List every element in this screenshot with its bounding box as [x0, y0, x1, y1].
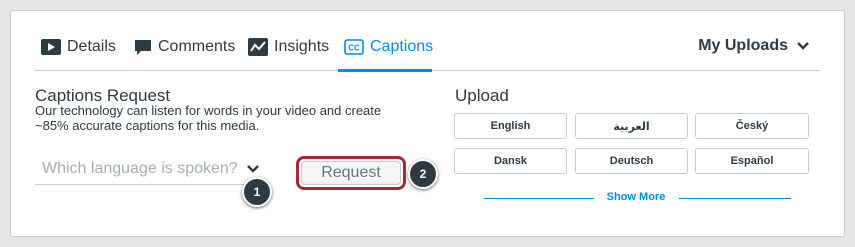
request-button[interactable]: Request: [301, 161, 401, 185]
callout-badge-1: 1: [242, 177, 272, 207]
language-select[interactable]: Which language is spoken?: [35, 153, 270, 185]
tab-insights[interactable]: Insights: [248, 35, 329, 59]
upload-language-german[interactable]: Deutsch: [575, 148, 688, 174]
chevron-down-icon: [796, 41, 810, 51]
upload-language-spanish[interactable]: Español: [695, 148, 809, 174]
show-more-link[interactable]: Show More: [596, 191, 676, 203]
request-button-highlight: Request: [296, 156, 406, 190]
tab-comments[interactable]: Comments: [134, 35, 235, 59]
video-play-icon: [41, 39, 61, 55]
tab-captions[interactable]: CC Captions: [344, 35, 433, 59]
upload-title: Upload: [455, 86, 509, 105]
upload-language-english[interactable]: English: [454, 113, 567, 139]
divider-right: [679, 198, 791, 199]
tab-captions-label: Captions: [370, 38, 434, 55]
tab-details-label: Details: [67, 38, 116, 55]
callout-badge-2: 2: [408, 159, 438, 189]
upload-language-arabic[interactable]: العربية: [575, 113, 688, 139]
upload-language-czech[interactable]: Český: [695, 113, 809, 139]
media-card: Details Comments Insights CC Captions My…: [10, 10, 845, 237]
my-uploads-menu[interactable]: My Uploads: [698, 37, 810, 55]
divider-left: [484, 198, 594, 199]
closed-captions-icon: CC: [344, 39, 364, 55]
tab-details[interactable]: Details: [41, 35, 116, 59]
captions-request-description: Our technology can listen for words in y…: [35, 103, 382, 133]
tab-comments-label: Comments: [158, 38, 236, 55]
tab-bar: Details Comments Insights CC Captions My…: [35, 11, 820, 72]
comment-icon: [134, 39, 152, 56]
tab-insights-label: Insights: [274, 38, 330, 55]
upload-language-danish[interactable]: Dansk: [454, 148, 567, 174]
insights-icon: [248, 38, 268, 56]
active-tab-indicator: [338, 69, 432, 72]
svg-text:CC: CC: [348, 44, 360, 53]
my-uploads-label: My Uploads: [698, 37, 788, 54]
language-select-placeholder: Which language is spoken?: [42, 159, 238, 177]
